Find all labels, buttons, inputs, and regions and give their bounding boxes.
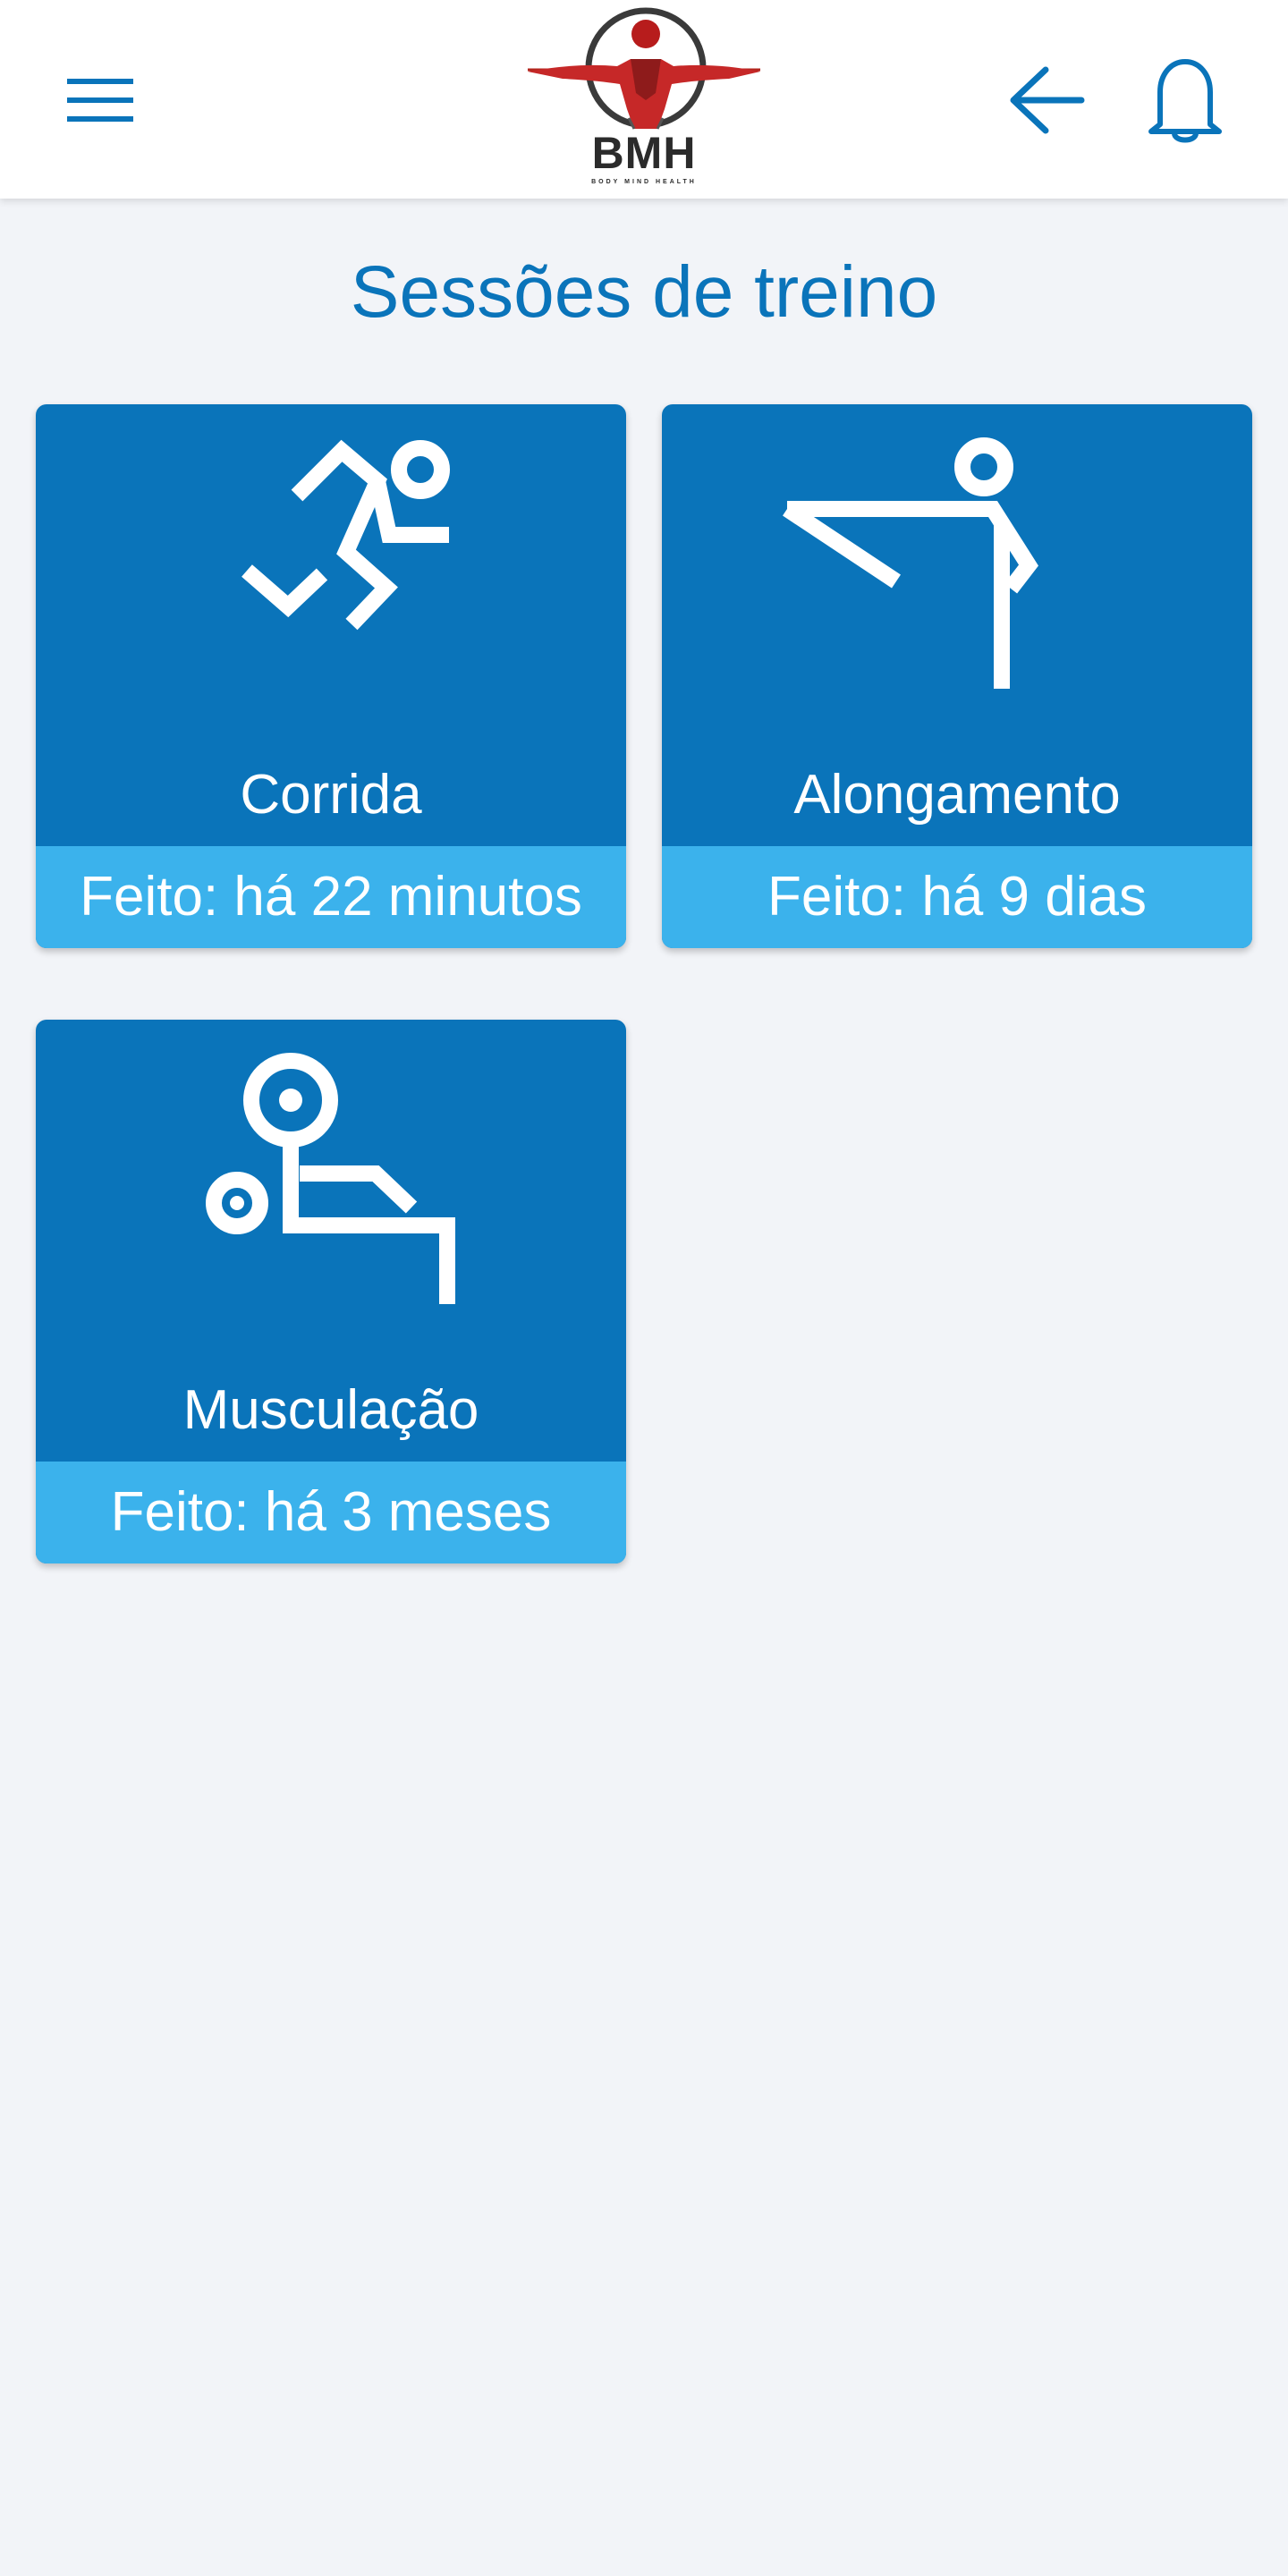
hamburger-menu-icon — [67, 79, 133, 122]
session-card-musculacao[interactable]: Musculação Feito: há 3 meses — [36, 1020, 626, 1563]
session-card-alongamento[interactable]: Alongamento Feito: há 9 dias — [662, 404, 1252, 948]
logo-text: BMH — [591, 128, 697, 178]
session-label: Alongamento — [793, 764, 1121, 826]
session-label: Musculação — [182, 1379, 479, 1441]
bell-icon — [1148, 59, 1222, 143]
session-label: Corrida — [240, 764, 422, 826]
menu-button[interactable] — [47, 47, 154, 154]
app-header: BMH BODY MIND HEALTH — [0, 0, 1288, 199]
session-last-done: Feito: há 9 dias — [662, 846, 1252, 948]
brand-logo: BMH BODY MIND HEALTH — [523, 4, 765, 195]
logo-subtext: BODY MIND HEALTH — [591, 179, 697, 185]
arrow-left-icon — [1010, 66, 1085, 134]
notifications-button[interactable] — [1131, 43, 1239, 159]
back-button[interactable] — [993, 47, 1100, 154]
session-last-done: Feito: há 3 meses — [36, 1462, 626, 1563]
stretching-icon — [783, 437, 1038, 689]
running-icon — [242, 439, 450, 631]
session-card-corrida[interactable]: Corrida Feito: há 22 minutos — [36, 404, 626, 948]
session-last-done: Feito: há 22 minutos — [36, 846, 626, 948]
page-title: Sessões de treino — [350, 251, 938, 333]
weightlifting-icon — [206, 1053, 455, 1304]
